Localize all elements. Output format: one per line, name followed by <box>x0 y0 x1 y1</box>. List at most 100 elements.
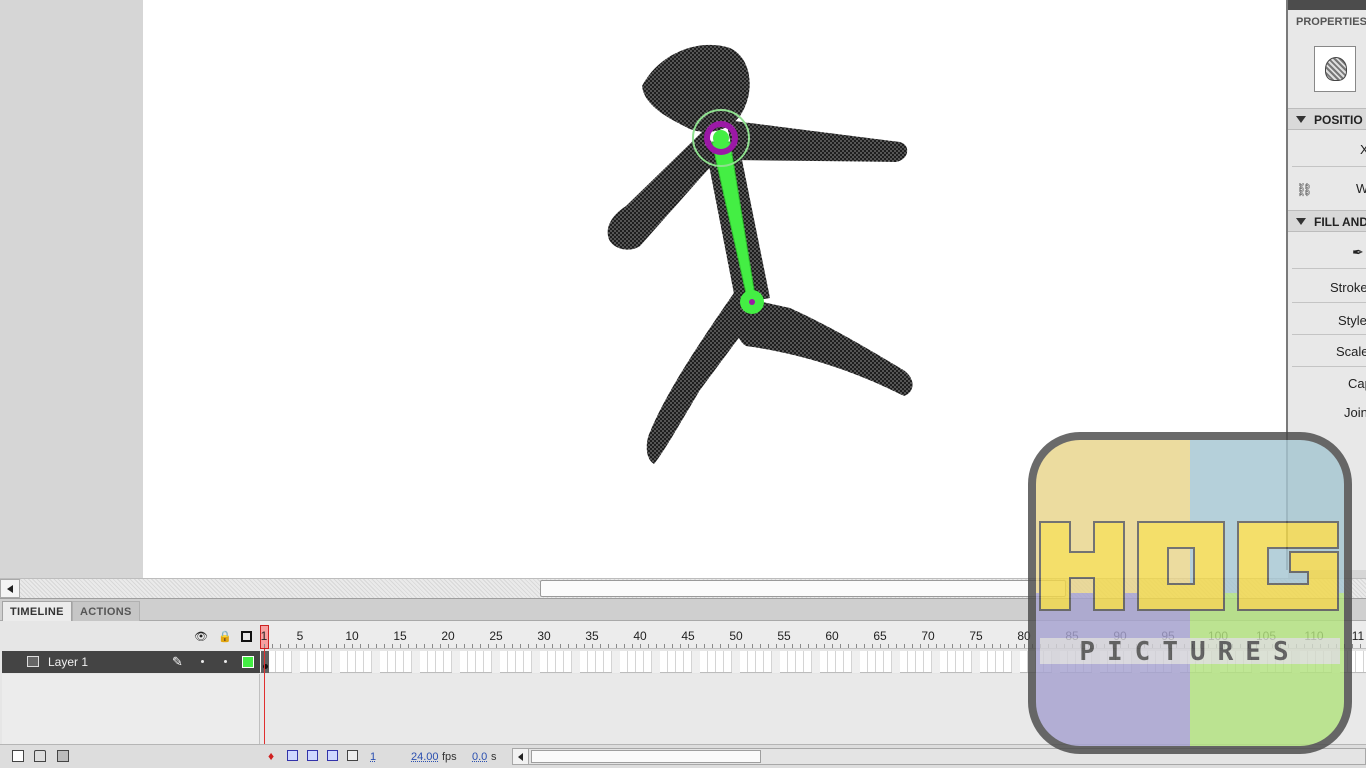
ruler-tick <box>464 644 465 648</box>
figure-arm-left <box>607 130 720 250</box>
ruler-tick <box>312 644 313 648</box>
layer-row[interactable]: Layer 1 ✎ <box>2 651 260 673</box>
ruler-tick <box>872 644 873 648</box>
ruler-tick <box>328 644 329 648</box>
ruler-tick <box>584 644 585 648</box>
scroll-left-icon[interactable] <box>513 749 529 764</box>
ruler-tick <box>296 644 297 648</box>
fps-unit: fps <box>442 751 457 763</box>
tab-timeline[interactable]: TIMELINE <box>2 601 72 621</box>
keyframe[interactable] <box>261 651 269 673</box>
ruler-tick <box>528 644 529 648</box>
ruler-tick <box>304 644 305 648</box>
divider <box>1292 302 1366 303</box>
tab-actions[interactable]: ACTIONS <box>72 601 140 621</box>
ruler-tick <box>592 644 593 648</box>
collapse-icon[interactable] <box>1296 116 1306 123</box>
ruler-tick <box>768 644 769 648</box>
ruler-tick <box>648 644 649 648</box>
ruler-tick <box>280 644 281 648</box>
lock-dot[interactable] <box>224 660 227 663</box>
onion-skin-outlines-icon[interactable] <box>307 750 318 761</box>
ruler-tick <box>680 644 681 648</box>
ruler-label: 5 <box>296 629 304 643</box>
current-frame[interactable]: 1 <box>370 751 376 763</box>
scale-label: Scale <box>1336 344 1366 359</box>
ruler-tick <box>752 644 753 648</box>
layer-color-swatch[interactable] <box>242 656 254 668</box>
scrollbar-thumb[interactable] <box>531 750 761 763</box>
center-frame-icon[interactable]: ♦ <box>268 749 274 763</box>
ruler-tick <box>424 644 425 648</box>
time-value[interactable]: 0.0 <box>472 751 487 763</box>
ruler-tick <box>736 644 737 648</box>
ruler-tick <box>320 644 321 648</box>
divider <box>1292 268 1366 269</box>
collapse-icon[interactable] <box>1296 218 1306 225</box>
link-icon[interactable]: ⛓ <box>1296 182 1313 198</box>
ruler-tick <box>392 644 393 648</box>
new-folder-icon[interactable] <box>34 750 46 762</box>
ruler-tick <box>440 644 441 648</box>
lock-icon[interactable]: 🔒 <box>218 630 232 643</box>
scroll-left-icon[interactable] <box>0 579 20 598</box>
ruler-tick <box>744 644 745 648</box>
section-label: FILL AND <box>1314 215 1366 229</box>
ruler-tick <box>928 644 929 648</box>
ruler-tick <box>480 644 481 648</box>
scrollbar-thumb[interactable] <box>540 580 1066 597</box>
pen-icon[interactable]: ✒ <box>1352 244 1364 261</box>
ruler-tick <box>1024 644 1025 648</box>
section-position[interactable]: POSITIO <box>1288 108 1366 130</box>
ruler-label: 55 <box>777 629 791 643</box>
ruler-tick <box>640 644 641 648</box>
ruler-tick <box>576 644 577 648</box>
x-label: X <box>1360 142 1366 157</box>
divider <box>1292 334 1366 335</box>
ruler-tick <box>760 644 761 648</box>
panel-title: PROPERTIES <box>1296 16 1366 28</box>
ruler-label: 10 <box>345 629 359 643</box>
ruler-tick <box>960 644 961 648</box>
ruler-tick <box>632 644 633 648</box>
ruler-tick <box>400 644 401 648</box>
ruler-label: 30 <box>537 629 551 643</box>
ruler-tick <box>1360 644 1361 648</box>
trash-icon[interactable] <box>57 750 69 762</box>
figure-head <box>642 44 750 132</box>
ruler-tick <box>968 644 969 648</box>
layer-name[interactable]: Layer 1 <box>48 655 88 669</box>
ruler-tick <box>512 644 513 648</box>
ruler-tick <box>432 644 433 648</box>
ruler-tick <box>704 644 705 648</box>
section-fill-and-stroke[interactable]: FILL AND <box>1288 210 1366 232</box>
section-label: POSITIO <box>1314 113 1363 127</box>
ruler-tick <box>824 644 825 648</box>
w-label: W <box>1356 181 1366 196</box>
ruler-label: 35 <box>585 629 599 643</box>
outline-icon[interactable] <box>241 631 252 642</box>
ruler-tick <box>952 644 953 648</box>
ruler-tick <box>912 644 913 648</box>
divider <box>1292 166 1366 167</box>
ruler-tick <box>496 644 497 648</box>
onion-skin-icon[interactable] <box>287 750 298 761</box>
edit-multiple-frames-icon[interactable] <box>327 750 338 761</box>
modify-markers-icon[interactable] <box>347 750 358 761</box>
visibility-dot[interactable] <box>201 660 204 663</box>
join-label: Join <box>1344 405 1366 420</box>
layer-list-empty <box>2 674 260 744</box>
figure-leg-right <box>736 298 913 396</box>
ruler-tick <box>448 644 449 648</box>
pencil-icon: ✎ <box>172 654 183 669</box>
ruler-label: 60 <box>825 629 839 643</box>
eye-icon[interactable]: 👁 <box>194 630 208 643</box>
new-layer-icon[interactable] <box>12 750 24 762</box>
figure-body[interactable] <box>607 44 913 464</box>
ruler-tick <box>984 644 985 648</box>
fps-value[interactable]: 24.00 <box>411 751 439 763</box>
ruler-tick <box>840 644 841 648</box>
time-unit: s <box>491 751 497 763</box>
ruler-tick <box>808 644 809 648</box>
ruler-tick <box>656 644 657 648</box>
